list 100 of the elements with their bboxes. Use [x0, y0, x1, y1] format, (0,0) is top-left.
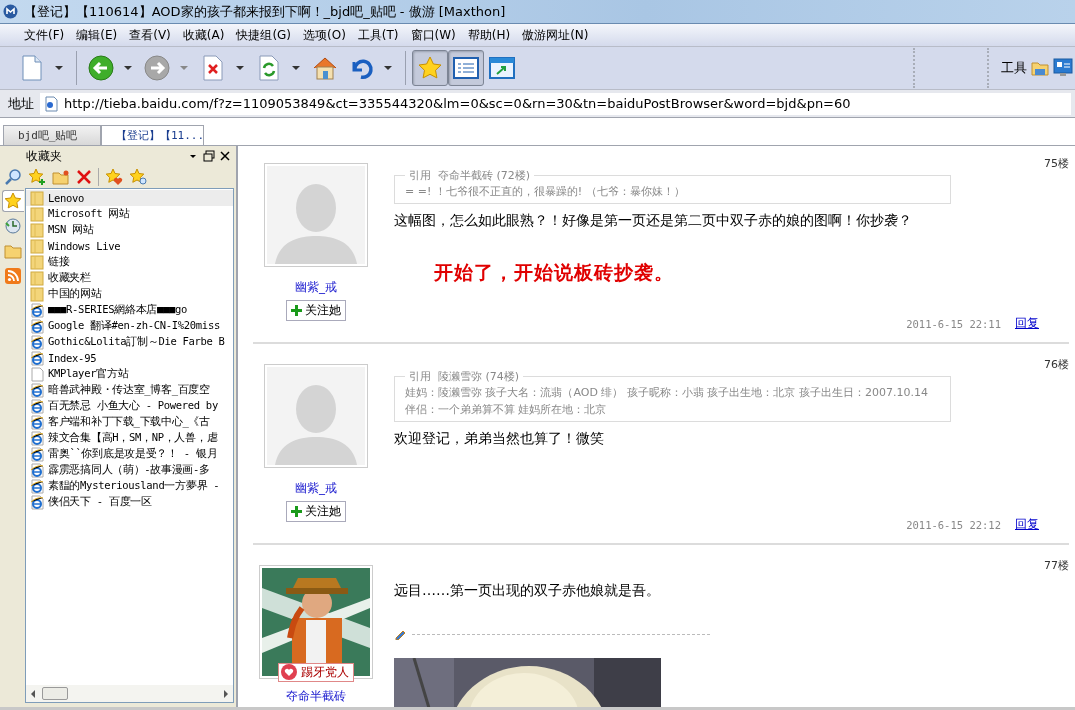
menu-item[interactable]: 窗口(W): [404, 26, 462, 44]
menu-item[interactable]: 工具(T): [351, 26, 405, 44]
clock-icon: [3, 217, 22, 235]
folder-icon: [30, 206, 44, 222]
favorite-item[interactable]: KMPlayer官方站: [26, 366, 233, 382]
star-icon: [4, 192, 22, 210]
tools-label: 工具: [1001, 59, 1027, 77]
menu-item[interactable]: 选项(O): [297, 26, 352, 44]
follow-button[interactable]: 关注她: [286, 501, 346, 522]
panel-title: 收藏夹: [26, 147, 62, 165]
quote-text: 娃妈：陵濑雪弥 孩子大名：流翡（AOD 绯） 孩子昵称：小翡 孩子出生地：北京 孩子出生日：2007.10.14 伴侣：一个弟弟算不算 娃妈所在地：北京: [405, 385, 929, 418]
folder-icon: [30, 222, 44, 238]
browser-page-icon: [30, 398, 44, 414]
menu-item[interactable]: 收藏(A): [176, 26, 231, 44]
author-link[interactable]: 夺命半截砖: [286, 688, 346, 705]
favorite-item[interactable]: 链接: [26, 254, 233, 270]
stop-icon: [202, 55, 224, 81]
browser-page-icon: [30, 318, 44, 334]
folder-icon: [30, 238, 44, 254]
folder-icon: [30, 286, 44, 302]
panel-tab[interactable]: [1, 190, 24, 212]
address-field[interactable]: http://tieba.baidu.com/f?z=1109053849&ct=335544320&lm=0&sc=0&rn=30&tn=baiduPostBrowser&word=bjd&pn=60: [40, 92, 1071, 115]
star-icon: [417, 55, 443, 81]
scroll-thumb[interactable]: [42, 687, 68, 700]
favorite-item[interactable]: Google 翻译#en-zh-CN-I%20miss: [26, 318, 233, 334]
tab[interactable]: bjd吧_贴吧: [3, 125, 101, 145]
reply-link[interactable]: 回复: [1015, 315, 1039, 332]
user-badge: 踢牙党人: [278, 663, 354, 682]
browser-page-icon: [30, 446, 44, 462]
address-label: 地址: [8, 94, 34, 113]
rss-icon: [4, 268, 21, 284]
browser-page-icon: [30, 430, 44, 446]
restore-icon: [202, 149, 216, 163]
menu-item[interactable]: 编辑(E): [70, 26, 124, 44]
favorite-item[interactable]: 百无禁忌 小鱼大心 - Powered by: [26, 398, 233, 414]
avatar-silhouette-icon: [267, 367, 365, 465]
quote-text: = =! ！七爷很不正直的，很暴躁的! （七爷：暴你妹！）: [405, 184, 686, 200]
plus-icon: [291, 305, 302, 316]
favorite-item[interactable]: 暗兽武神殿・传达室_博客_百度空: [26, 382, 233, 398]
post-date: 2011-6-15 22:11: [906, 317, 1001, 330]
follow-button[interactable]: 关注她: [286, 300, 346, 321]
quote-title: 引用 陵濑雪弥 (74楼): [408, 369, 521, 384]
menu-item[interactable]: 快捷组(G): [230, 26, 298, 44]
window-icon: [489, 56, 515, 80]
favorite-item[interactable]: 客户端和补丁下载_下载中心_《古: [26, 414, 233, 430]
list-icon: [453, 56, 479, 80]
window-title: 【登记】【110614】AOD家的孩子都来报到下啊！_bjd吧_贴吧 - 傲游 [Maxthon]: [24, 2, 506, 21]
author-link[interactable]: 幽紫_戒: [295, 279, 337, 296]
page-icon: [21, 55, 43, 81]
refresh-icon: [258, 55, 280, 81]
browser-page-icon: [30, 478, 44, 494]
browser-page-icon: [30, 382, 44, 398]
post-date: 2011-6-15 22:12: [906, 518, 1001, 531]
menu-item[interactable]: 帮助(H): [461, 26, 517, 44]
favorite-item[interactable]: Windows Live: [26, 238, 233, 254]
floor-number: 76楼: [1043, 357, 1069, 373]
pencil-icon: [394, 628, 406, 640]
favorite-item[interactable]: Index-95: [26, 350, 233, 366]
right-arrow-icon: [223, 689, 229, 698]
avatar-silhouette-icon: [267, 166, 365, 264]
folder-icon: [30, 254, 44, 270]
favorite-item[interactable]: MSN 网站: [26, 222, 233, 238]
menu-item[interactable]: 傲游网址(N): [516, 26, 595, 44]
toolbar-button[interactable]: [412, 50, 448, 86]
floor-number: 75楼: [1043, 156, 1069, 172]
tab[interactable]: 【登记】【11...: [101, 125, 204, 145]
search-icon: [4, 168, 22, 186]
floor-number: 77楼: [1043, 558, 1069, 574]
favorite-item[interactable]: 霹雳恶搞同人（萌）-故事漫画-多: [26, 462, 233, 478]
browser-page-icon: [30, 350, 44, 366]
folder-icon: [30, 190, 44, 206]
favorite-item[interactable]: ■■■R-SERIES網絡本店■■■go: [26, 302, 233, 318]
browser-page-icon: [30, 334, 44, 350]
reply-link[interactable]: 回复: [1015, 516, 1039, 533]
new-folder-icon: [52, 169, 70, 185]
favorite-item[interactable]: 中国的网站: [26, 286, 233, 302]
folder-icon: [3, 243, 22, 259]
add-star-icon: [28, 168, 46, 186]
menu-item[interactable]: 查看(V): [123, 26, 177, 44]
author-link[interactable]: 幽紫_戒: [295, 480, 337, 497]
post-text: 这幅图，怎么如此眼熟？！好像是第一页还是第二页中双子赤的娘的图啊！你抄袭？: [394, 212, 913, 230]
favorite-item[interactable]: Microsoft 网站: [26, 206, 233, 222]
folder-icon: [30, 270, 44, 286]
toolbar-button[interactable]: [448, 50, 484, 86]
favorite-item[interactable]: 收藏夹栏: [26, 270, 233, 286]
left-arrow-icon: [30, 689, 36, 698]
post-text: 远目……第一页出现的双子赤他娘就是吾。: [394, 582, 661, 600]
browser-page-icon: [30, 462, 44, 478]
favorite-item[interactable]: 雷奥``你到底是攻是受？！ - 银月: [26, 446, 233, 462]
favorite-item[interactable]: 侠侣天下 - 百度一区: [26, 494, 233, 510]
forward-icon: [143, 54, 171, 82]
favorite-item[interactable]: 素馧的Mysteriousland一方夢界 -: [26, 478, 233, 494]
menu-item[interactable]: 文件(F): [18, 26, 71, 44]
page-icon: [44, 95, 58, 112]
horizontal-scrollbar[interactable]: [26, 685, 233, 702]
favorite-item[interactable]: 辣文合集【高H，SM，NP，人兽，虐: [26, 430, 233, 446]
back-icon: [87, 54, 115, 82]
favorite-item[interactable]: Gothic&Lolita訂制～Die Farbe B: [26, 334, 233, 350]
close-icon: [218, 149, 232, 163]
favorite-item[interactable]: Lenovo: [26, 190, 233, 206]
